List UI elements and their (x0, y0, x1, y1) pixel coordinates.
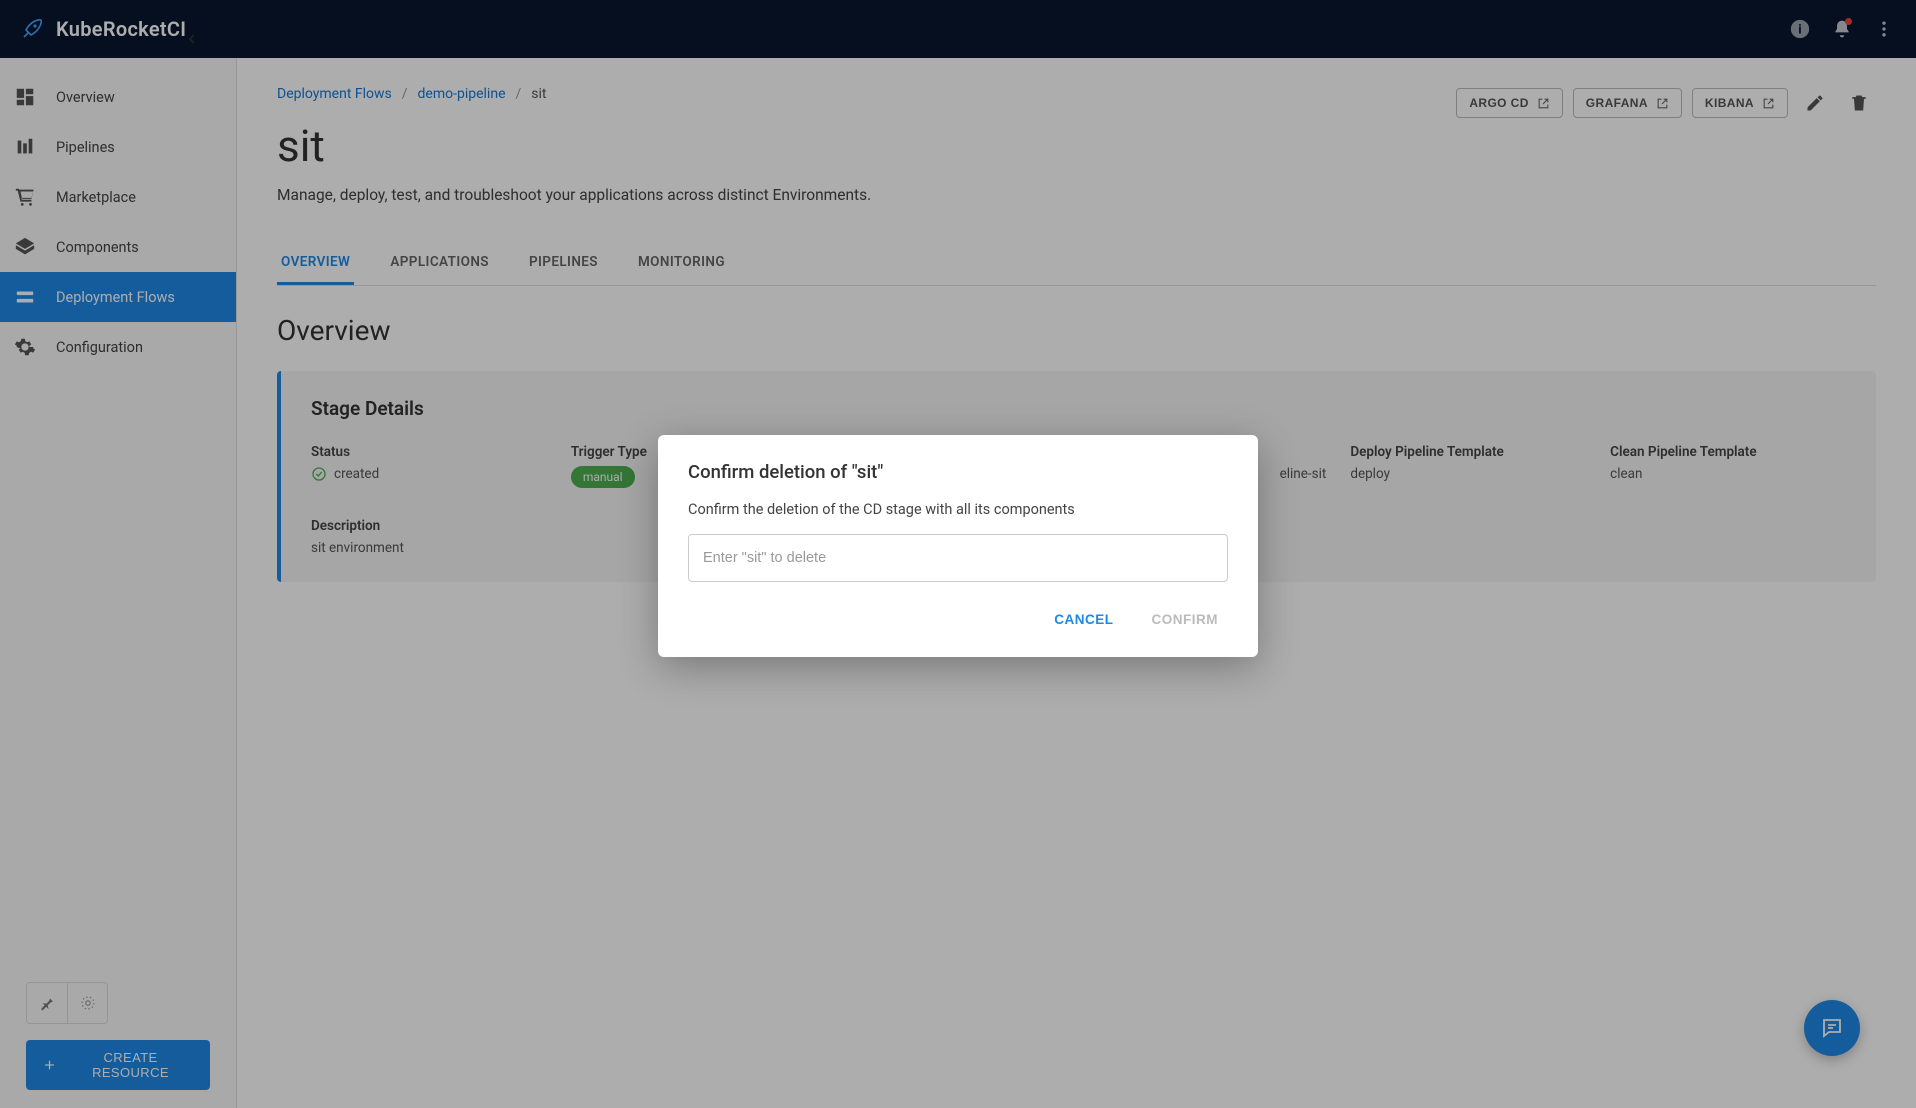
confirm-button[interactable]: CONFIRM (1142, 604, 1229, 635)
confirm-name-input[interactable] (688, 534, 1228, 582)
confirm-delete-dialog: Confirm deletion of "sit" Confirm the de… (658, 435, 1258, 657)
cancel-button[interactable]: CANCEL (1044, 604, 1123, 635)
dialog-title: Confirm deletion of "sit" (688, 461, 1228, 483)
modal-overlay[interactable]: Confirm deletion of "sit" Confirm the de… (0, 0, 1916, 1108)
dialog-text: Confirm the deletion of the CD stage wit… (688, 501, 1228, 518)
